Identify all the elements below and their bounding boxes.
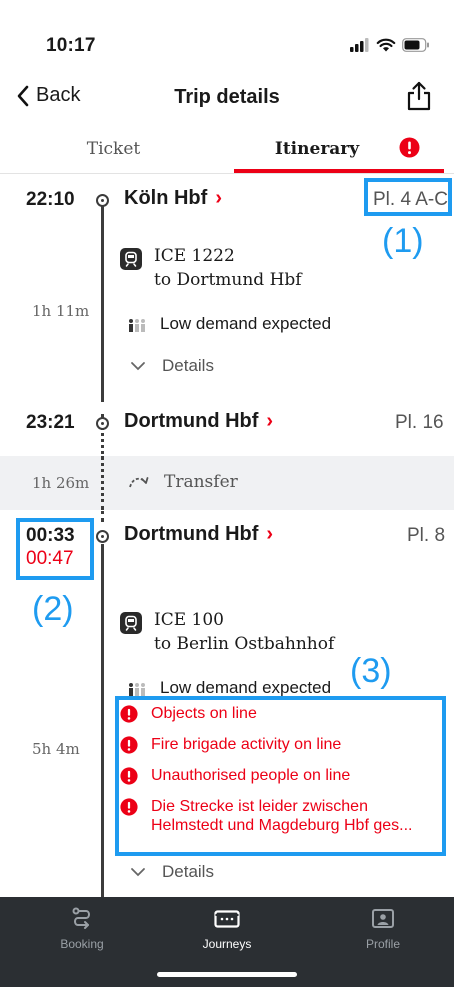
leg-duration: 1h 11m — [32, 302, 90, 320]
platform-label: Pl. 8 — [407, 525, 446, 546]
status-icons — [350, 38, 430, 52]
nav-booking[interactable]: Booking — [22, 905, 142, 951]
train-info: ICE 1222 to Dortmund Hbf — [120, 244, 302, 292]
arrival-time: 23:21 — [26, 412, 75, 433]
train-destination: to Dortmund Hbf — [154, 270, 302, 290]
transfer-dotted-line — [101, 456, 104, 510]
timeline-node — [96, 417, 109, 430]
annotation-label-2: (2) — [32, 590, 74, 628]
details-label: Details — [162, 356, 214, 375]
demand-indicator: Low demand expected — [128, 314, 331, 334]
annotation-label-1: (1) — [382, 222, 424, 260]
route-icon — [72, 907, 90, 929]
status-bar: 10:17 — [0, 0, 454, 70]
cellular-signal-icon — [350, 38, 369, 52]
transfer-row: 1h 26m Transfer — [0, 456, 454, 510]
demand-indicator: Low demand expected — [128, 678, 331, 698]
timeline-node — [96, 194, 109, 207]
warning-icon — [399, 137, 420, 158]
tab-itinerary-label: Itinerary — [274, 139, 360, 159]
battery-icon — [402, 38, 429, 52]
nav-journeys[interactable]: Journeys — [167, 905, 287, 951]
occupancy-icon — [129, 319, 145, 332]
train-name: ICE 1222 — [154, 246, 235, 266]
departure-time: 22:10 — [26, 189, 75, 210]
station-link[interactable]: Köln Hbf › — [124, 187, 222, 210]
details-label: Details — [162, 862, 214, 881]
leg-duration: 5h 4m — [32, 740, 80, 758]
train-icon — [120, 612, 142, 634]
details-toggle[interactable]: Details — [130, 862, 214, 882]
demand-label: Low demand expected — [160, 314, 332, 333]
timeline-line — [101, 544, 104, 897]
tab-ticket[interactable]: Ticket — [0, 125, 227, 173]
station-link[interactable]: Dortmund Hbf › — [124, 523, 273, 546]
itinerary-timeline: 22:10 Köln Hbf › Pl. 4 A-C ICE 1222 to D… — [0, 174, 454, 897]
annotation-label-3: (3) — [350, 652, 392, 690]
nav-bar: Back Trip details — [0, 70, 454, 125]
share-icon[interactable] — [406, 80, 432, 112]
tab-active-indicator — [234, 169, 444, 173]
details-toggle[interactable]: Details — [130, 356, 214, 376]
platform-label: Pl. 16 — [395, 412, 444, 433]
chevron-down-icon — [131, 868, 145, 877]
train-info: ICE 100 to Berlin Ostbahnhof — [120, 608, 334, 656]
chevron-right-icon: › — [215, 187, 222, 209]
nav-profile[interactable]: Profile — [323, 905, 443, 951]
profile-icon — [372, 909, 394, 928]
annotation-box-2 — [16, 518, 94, 580]
chevron-right-icon: › — [266, 410, 274, 432]
home-indicator — [157, 972, 297, 977]
transfer-label: Transfer — [164, 472, 238, 492]
train-destination: to Berlin Ostbahnhof — [154, 634, 335, 654]
demand-label: Low demand expected — [160, 678, 332, 697]
annotation-box-3 — [115, 696, 446, 856]
nav-journeys-label: Journeys — [202, 937, 252, 951]
station-link[interactable]: Dortmund Hbf › — [124, 410, 273, 433]
nav-profile-label: Profile — [365, 937, 400, 951]
timeline-line — [101, 204, 104, 402]
transfer-icon — [129, 477, 149, 488]
nav-booking-label: Booking — [60, 937, 104, 951]
wifi-icon — [376, 38, 396, 52]
page-title: Trip details — [174, 86, 280, 108]
tab-bar: Ticket Itinerary — [0, 125, 454, 174]
train-name: ICE 100 — [154, 610, 224, 630]
timeline-node — [96, 530, 109, 543]
train-icon — [120, 248, 142, 270]
transfer-info: Transfer — [128, 472, 238, 492]
chevron-right-icon: › — [266, 523, 274, 545]
transfer-duration: 1h 26m — [32, 474, 90, 492]
chevron-down-icon — [131, 362, 145, 371]
status-time: 10:17 — [46, 35, 96, 56]
occupancy-icon — [129, 683, 145, 696]
ticket-icon — [214, 910, 240, 928]
station-name: Dortmund Hbf — [124, 410, 259, 432]
annotation-box-1 — [364, 178, 452, 216]
station-name: Köln Hbf — [124, 187, 208, 209]
station-name: Dortmund Hbf — [124, 523, 259, 545]
